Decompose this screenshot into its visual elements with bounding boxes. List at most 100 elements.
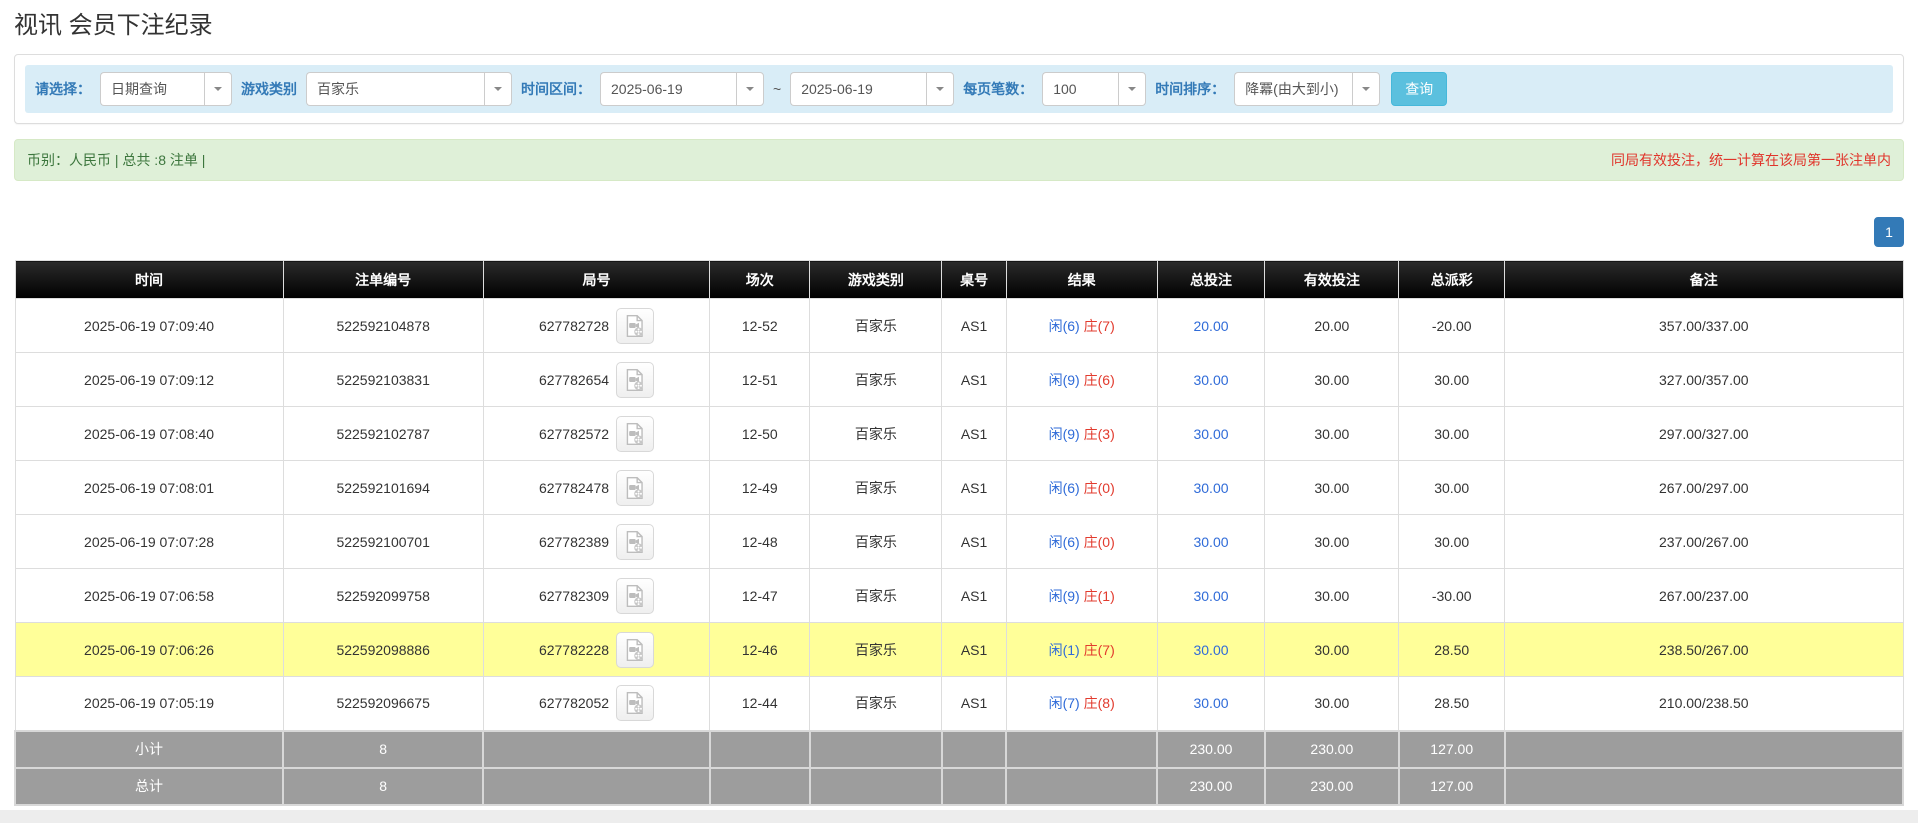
cell-time: 2025-06-19 07:05:19 <box>15 677 283 731</box>
date-from-dropdown-button[interactable] <box>736 72 764 106</box>
cell-valid-bet: 30.00 <box>1265 569 1399 623</box>
cell-table-no <box>942 768 1006 805</box>
game-type-label: 游戏类别 <box>241 79 297 99</box>
table-footer: 小计8230.00230.00127.00总计8230.00230.00127.… <box>15 731 1903 805</box>
video-replay-button[interactable] <box>616 308 654 344</box>
page-size-label: 每页笔数： <box>963 79 1033 99</box>
total-bet-link[interactable]: 30.00 <box>1193 588 1228 604</box>
page-size-value[interactable]: 100 <box>1042 72 1118 106</box>
date-range-separator: ~ <box>773 81 781 97</box>
cell-game-type: 百家乐 <box>810 299 942 353</box>
total-bet-link[interactable]: 30.00 <box>1193 695 1228 711</box>
total-bet-link[interactable]: 30.00 <box>1193 372 1228 388</box>
video-replay-button[interactable] <box>616 632 654 668</box>
sort-order-value[interactable]: 降冪(由大到小) <box>1234 72 1352 106</box>
date-to-value[interactable]: 2025-06-19 <box>790 72 926 106</box>
cell-table-no: AS1 <box>942 353 1006 407</box>
cell-session <box>710 731 810 768</box>
date-to-select[interactable]: 2025-06-19 <box>790 72 954 106</box>
cell-game-type: 百家乐 <box>810 677 942 731</box>
bottom-scroll-strip <box>0 810 1918 823</box>
cell-table-no: AS1 <box>942 461 1006 515</box>
video-file-icon <box>622 637 648 663</box>
cell-session: 12-49 <box>710 461 810 515</box>
cell-total-bet: 30.00 <box>1157 407 1265 461</box>
column-header: 结果 <box>1006 261 1157 299</box>
cell-label: 总计 <box>15 768 283 805</box>
video-replay-button[interactable] <box>616 685 654 721</box>
game-type-dropdown-button[interactable] <box>484 72 512 106</box>
video-replay-button[interactable] <box>616 362 654 398</box>
query-type-value[interactable]: 日期查询 <box>100 72 204 106</box>
date-from-value[interactable]: 2025-06-19 <box>600 72 736 106</box>
table-row: 2025-06-19 07:05:19522592096675627782052… <box>15 677 1903 731</box>
valid-bet-notice: 同局有效投注，统一计算在该局第一张注单内 <box>1611 150 1891 170</box>
date-from-select[interactable]: 2025-06-19 <box>600 72 764 106</box>
total-bet-link[interactable]: 30.00 <box>1193 480 1228 496</box>
video-replay-button[interactable] <box>616 578 654 614</box>
cell-payout: -30.00 <box>1399 569 1505 623</box>
round-id: 627782052 <box>539 695 609 711</box>
date-to-dropdown-button[interactable] <box>926 72 954 106</box>
page-size-select[interactable]: 100 <box>1042 72 1146 106</box>
total-bet-link[interactable]: 20.00 <box>1193 318 1228 334</box>
sort-order-dropdown-button[interactable] <box>1352 72 1380 106</box>
video-replay-button[interactable] <box>616 524 654 560</box>
cell-valid-bet: 30.00 <box>1265 515 1399 569</box>
cell-payout: 30.00 <box>1399 461 1505 515</box>
table-row: 2025-06-19 07:08:40522592102787627782572… <box>15 407 1903 461</box>
total-bet-link[interactable]: 30.00 <box>1193 426 1228 442</box>
cell-count: 8 <box>283 768 483 805</box>
cell-table-no: AS1 <box>942 299 1006 353</box>
cell-payout: 28.50 <box>1399 677 1505 731</box>
result-player: 闲(6) <box>1049 480 1080 496</box>
column-header: 有效投注 <box>1265 261 1399 299</box>
column-header: 总投注 <box>1157 261 1265 299</box>
cell-session: 12-44 <box>710 677 810 731</box>
cell-valid-bet: 30.00 <box>1265 461 1399 515</box>
cell-round: 627782728 <box>483 299 710 353</box>
cell-valid-bet: 30.00 <box>1265 353 1399 407</box>
table-body: 2025-06-19 07:09:40522592104878627782728… <box>15 299 1903 731</box>
cell-game-type: 百家乐 <box>810 623 942 677</box>
video-file-icon <box>622 475 648 501</box>
cell-table-no: AS1 <box>942 515 1006 569</box>
game-type-select[interactable]: 百家乐 <box>306 72 512 106</box>
cell-bet-id: 522592103831 <box>283 353 483 407</box>
result-player: 闲(6) <box>1049 318 1080 334</box>
cell-game-type <box>810 731 942 768</box>
query-type-dropdown-button[interactable] <box>204 72 232 106</box>
chevron-down-icon <box>746 87 754 91</box>
video-replay-button[interactable] <box>616 470 654 506</box>
page-title: 视讯 会员下注纪录 <box>14 12 1904 40</box>
cell-table-no: AS1 <box>942 623 1006 677</box>
chevron-down-icon <box>1128 87 1136 91</box>
page-size-dropdown-button[interactable] <box>1118 72 1146 106</box>
sort-order-select[interactable]: 降冪(由大到小) <box>1234 72 1380 106</box>
table-row: 2025-06-19 07:09:12522592103831627782654… <box>15 353 1903 407</box>
cell-remark: 357.00/337.00 <box>1505 299 1903 353</box>
cell-total-bet: 30.00 <box>1157 515 1265 569</box>
cell-game-type: 百家乐 <box>810 407 942 461</box>
pagination-page-1[interactable]: 1 <box>1874 217 1904 247</box>
cell-game-type: 百家乐 <box>810 515 942 569</box>
search-button[interactable]: 查询 <box>1391 72 1447 106</box>
query-type-select[interactable]: 日期查询 <box>100 72 232 106</box>
cell-bet-id: 522592100701 <box>283 515 483 569</box>
time-range-label: 时间区间： <box>521 79 591 99</box>
round-id: 627782572 <box>539 426 609 442</box>
video-replay-button[interactable] <box>616 416 654 452</box>
total-bet-link[interactable]: 30.00 <box>1193 642 1228 658</box>
cell-remark: 267.00/297.00 <box>1505 461 1903 515</box>
total-bet-link[interactable]: 30.00 <box>1193 534 1228 550</box>
cell-round: 627782389 <box>483 515 710 569</box>
cell-game-type <box>810 768 942 805</box>
video-file-icon <box>622 367 648 393</box>
cell-payout: 127.00 <box>1399 768 1505 805</box>
cell-session: 12-47 <box>710 569 810 623</box>
cell-payout: -20.00 <box>1399 299 1505 353</box>
cell-total-bet: 30.00 <box>1157 677 1265 731</box>
round-id: 627782389 <box>539 534 609 550</box>
cell-session: 12-52 <box>710 299 810 353</box>
game-type-value[interactable]: 百家乐 <box>306 72 484 106</box>
